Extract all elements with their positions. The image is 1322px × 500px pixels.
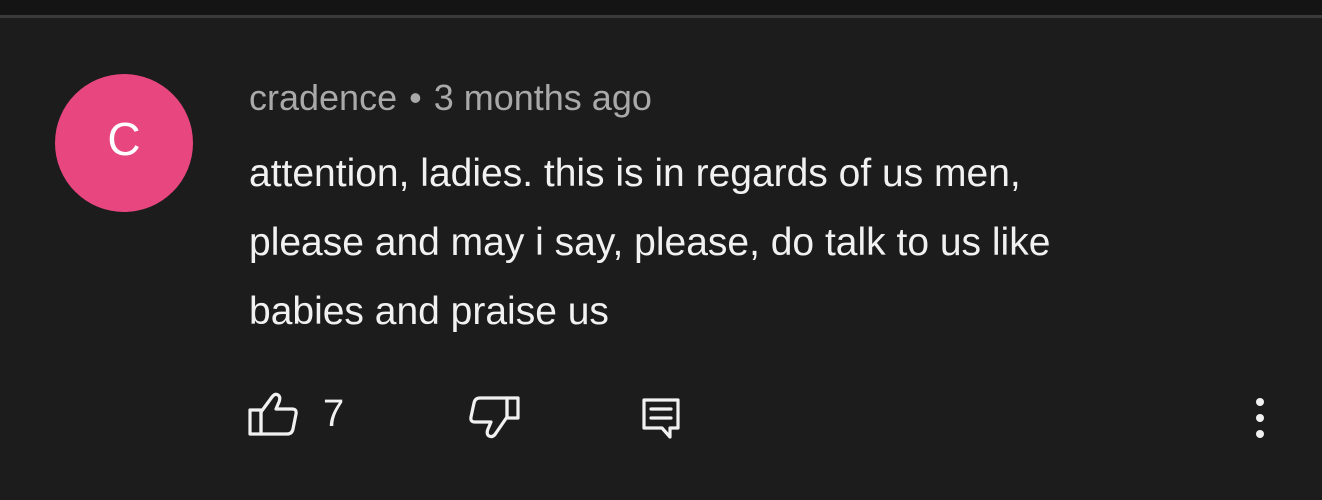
top-bar	[0, 0, 1322, 15]
more-options-button[interactable]	[1245, 396, 1275, 440]
comment-text-line: babies and praise us	[249, 290, 609, 333]
avatar[interactable]: C	[55, 74, 193, 212]
comment-timestamp: 3 months ago	[433, 77, 652, 118]
comment-meta: cradence • 3 months ago	[249, 76, 652, 120]
thumbs-up-icon	[247, 391, 301, 437]
top-divider	[0, 15, 1322, 18]
dislike-button[interactable]	[467, 395, 521, 441]
thumbs-down-icon	[467, 395, 521, 441]
more-vertical-icon	[1255, 397, 1265, 439]
like-button[interactable]: 7	[247, 389, 344, 439]
comment-reply-icon	[640, 396, 682, 440]
comment-text: attention, ladies. this is in regards of…	[249, 139, 1249, 346]
author-name[interactable]: cradence	[249, 77, 397, 118]
reply-button[interactable]	[640, 396, 682, 440]
comment-text-line: attention, ladies. this is in regards of…	[249, 152, 1021, 195]
like-count: 7	[323, 393, 345, 435]
comment-text-line: please and may i say, please, do talk to…	[249, 221, 1051, 264]
meta-separator: •	[409, 77, 422, 118]
avatar-letter: C	[107, 113, 141, 165]
